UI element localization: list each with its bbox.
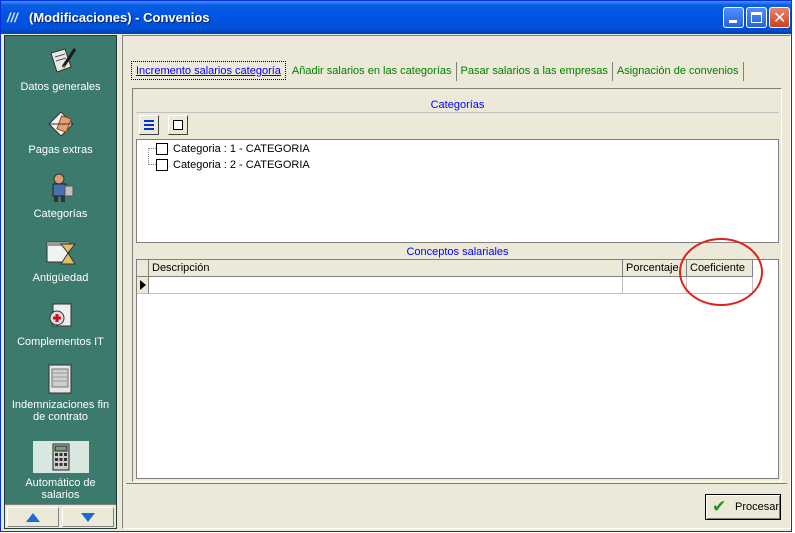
category-checkbox[interactable] <box>156 143 168 155</box>
arrow-up-icon <box>26 513 40 522</box>
categories-header: Categorías <box>136 97 779 113</box>
footer-divider <box>126 483 787 484</box>
categories-tree: Categoria : 1 - CATEGORIA Categoria : 2 … <box>136 139 779 243</box>
sidebar-item-automatico-salarios[interactable]: Automático de salarios <box>5 441 116 501</box>
column-header-descripcion[interactable]: Descripción <box>149 260 623 277</box>
sidebar: Datos generales Pagas extras Categorías <box>4 35 117 529</box>
row-indicator-header <box>137 260 149 277</box>
sidebar-item-categorias[interactable]: Categorías <box>5 172 116 220</box>
process-button-label: Procesar <box>735 501 780 513</box>
category-label: Categoria : 2 - CATEGORIA <box>173 159 310 171</box>
column-header-porcentaje[interactable]: Porcentaje <box>623 260 687 277</box>
concepts-grid: Descripción Porcentaje Coeficiente <box>136 259 779 479</box>
highlight-annotation <box>679 238 763 306</box>
pen-document-icon <box>49 48 76 73</box>
process-button[interactable]: ✔ Procesar <box>705 494 781 520</box>
sidebar-item-datos-generales[interactable]: Datos generales <box>5 45 116 93</box>
sidebar-item-label: Antigüedad <box>32 272 89 284</box>
app-icon: /// <box>7 10 18 25</box>
row-indicator <box>137 277 149 294</box>
list-view-button[interactable] <box>139 115 159 135</box>
tree-connector <box>148 164 156 165</box>
sidebar-scroll-controls <box>5 504 116 528</box>
app-window: /// (Modificaciones) - Convenios ✕ Datos… <box>0 0 792 532</box>
sidebar-item-label: Indemnizaciones fin de contrato <box>11 399 110 423</box>
sidebar-item-indemnizaciones[interactable]: Indemnizaciones fin de contrato <box>5 363 116 423</box>
sidebar-item-label: Complementos IT <box>17 336 104 348</box>
category-label: Categoria : 1 - CATEGORIA <box>173 143 310 155</box>
sidebar-item-label: Pagas extras <box>28 144 93 156</box>
minimize-button[interactable] <box>723 7 744 28</box>
tab-bar: Incremento salarios categoría Añadir sala… <box>131 61 744 81</box>
arrow-down-icon <box>81 513 95 522</box>
worker-icon <box>52 173 73 202</box>
tab-anadir-salarios[interactable]: Añadir salarios en las categorías <box>288 62 457 81</box>
category-checkbox[interactable] <box>156 159 168 171</box>
tab-incremento-salarios[interactable]: Incremento salarios categoría <box>131 61 286 80</box>
calculator-icon <box>32 441 89 473</box>
scroll-down-button[interactable] <box>62 507 114 527</box>
cell-descripcion[interactable] <box>149 277 623 294</box>
documents-stack-icon <box>48 364 71 394</box>
checkmark-icon: ✔ <box>712 497 727 517</box>
maximize-icon <box>751 12 762 23</box>
sidebar-item-label: Automático de salarios <box>25 477 96 501</box>
tree-connector <box>148 148 156 149</box>
current-row-icon <box>140 280 146 290</box>
sidebar-item-antiguedad[interactable]: Antigüedad <box>5 236 116 284</box>
checkbox-icon <box>173 120 183 130</box>
medical-kit-icon <box>49 303 71 327</box>
check-all-button[interactable] <box>168 115 188 135</box>
window-title: (Modificaciones) - Convenios <box>29 10 210 25</box>
sidebar-item-label: Categorías <box>33 208 88 220</box>
scroll-up-button[interactable] <box>7 507 59 527</box>
tab-asignacion-convenios[interactable]: Asignación de convenios <box>613 62 744 81</box>
title-bar[interactable]: /// (Modificaciones) - Convenios ✕ <box>1 1 791 34</box>
close-icon: ✕ <box>773 8 787 27</box>
sidebar-item-label: Datos generales <box>20 81 101 93</box>
cell-porcentaje[interactable] <box>623 277 687 294</box>
close-button[interactable]: ✕ <box>769 7 790 28</box>
tree-connector <box>148 148 149 165</box>
sidebar-item-complementos-it[interactable]: Complementos IT <box>5 300 116 348</box>
maximize-button[interactable] <box>746 7 767 28</box>
envelope-money-icon <box>47 111 74 137</box>
sidebar-item-pagas-extras[interactable]: Pagas extras <box>5 108 116 156</box>
hourglass-calendar-icon <box>46 241 76 265</box>
minimize-icon <box>729 20 737 23</box>
tab-pasar-salarios[interactable]: Pasar salarios a las empresas <box>457 62 613 81</box>
